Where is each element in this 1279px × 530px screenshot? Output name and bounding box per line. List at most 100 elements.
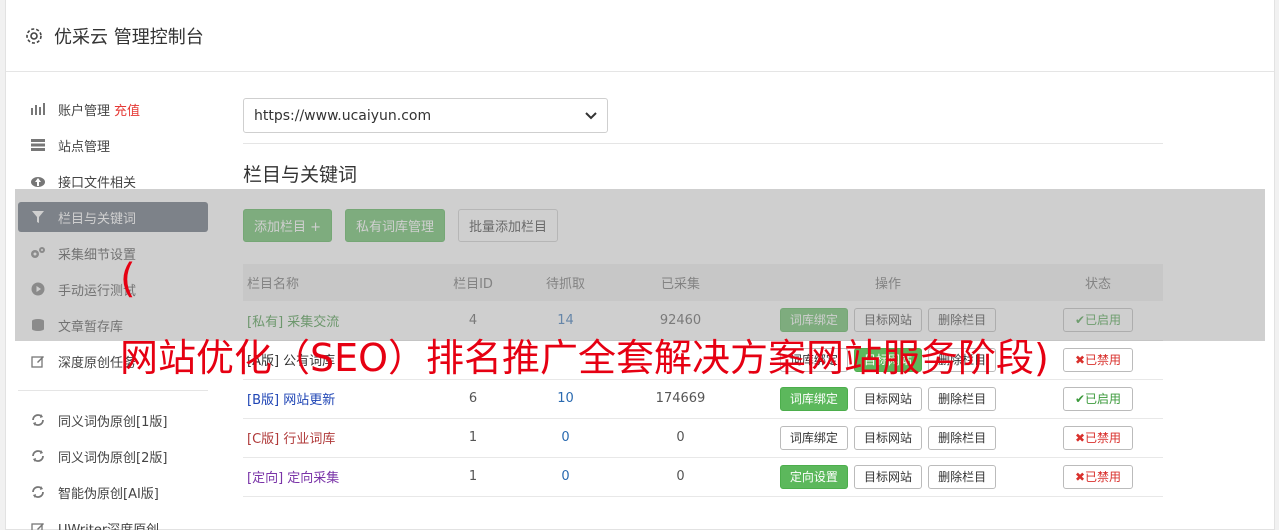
column-status: ✖已禁用: [1033, 340, 1163, 380]
sidebar-item-synonym-2[interactable]: 同义词伪原创[2版]: [18, 441, 208, 471]
divider: [243, 143, 1163, 144]
column-pending[interactable]: 0: [513, 418, 618, 458]
target-site-button[interactable]: 目标网站: [853, 464, 922, 489]
sidebar-item-label: 同义词伪原创[2版]: [58, 450, 168, 466]
sidebar-item-article-store[interactable]: 文章暂存库: [18, 310, 208, 340]
column-collected: 0: [618, 457, 743, 497]
delete-column-button[interactable]: 删除栏目: [928, 464, 997, 489]
column-actions: 词库绑定 目标网站 删除栏目: [743, 340, 1033, 380]
sidebar-item-label: 账户管理: [58, 103, 111, 119]
delete-column-button[interactable]: 删除栏目: [928, 425, 997, 450]
status-toggle[interactable]: ✖已禁用: [1062, 347, 1134, 372]
status-toggle[interactable]: ✔已启用: [1062, 386, 1134, 411]
sidebar-item-account[interactable]: 账户管理 充值: [18, 94, 208, 124]
sidebar-item-label: 接口文件相关: [58, 175, 137, 191]
gears-icon: [30, 245, 46, 261]
bind-lib-button[interactable]: 词库绑定: [779, 347, 848, 372]
bind-lib-button[interactable]: 词库绑定: [779, 386, 848, 411]
column-id: 6: [433, 379, 513, 419]
delete-column-button[interactable]: 删除栏目: [928, 386, 997, 411]
column-pending[interactable]: 10: [513, 379, 618, 419]
sidebar-item-label: 深度原创任务: [58, 355, 137, 371]
columns-table: 栏目名称 栏目ID 待抓取 已采集 操作 状态 [私有] 采集交流 4 14 9…: [243, 264, 1163, 497]
table-row: [定向] 定向采集 1 0 0 定向设置 目标网站 删除栏目 ✖已禁用: [243, 457, 1163, 497]
column-collected: 92460: [618, 301, 743, 341]
column-pending[interactable]: 0: [513, 457, 618, 497]
sidebar-item-synonym-1[interactable]: 同义词伪原创[1版]: [18, 405, 208, 435]
target-site-button[interactable]: 目标网站: [853, 347, 922, 372]
edit-icon: [30, 520, 46, 530]
column-status: ✔已启用: [1033, 301, 1163, 341]
bar-chart-icon: [30, 101, 46, 117]
column-id: 1: [433, 418, 513, 458]
column-name[interactable]: [C版] 行业词库: [243, 418, 433, 458]
column-id: [433, 340, 513, 380]
bind-lib-button[interactable]: 词库绑定: [779, 308, 848, 333]
delete-column-button[interactable]: 删除栏目: [928, 347, 997, 372]
column-name[interactable]: [私有] 采集交流: [243, 301, 433, 341]
target-site-button[interactable]: 目标网站: [853, 386, 922, 411]
sidebar-item-manual-test[interactable]: 手动运行测试: [18, 274, 208, 304]
column-actions: 词库绑定 目标网站 删除栏目: [743, 301, 1033, 341]
sidebar-item-label: 手动运行测试: [58, 283, 137, 299]
target-site-button[interactable]: 目标网站: [853, 308, 922, 333]
gear-icon: [24, 26, 44, 46]
column-name[interactable]: [B版] 网站更新: [243, 379, 433, 419]
status-toggle[interactable]: ✔已启用: [1062, 308, 1134, 333]
private-lib-button[interactable]: 私有词库管理: [345, 209, 446, 242]
sidebar-item-interface[interactable]: 接口文件相关: [18, 166, 208, 196]
sidebar-item-label: 栏目与关键词: [58, 211, 137, 227]
sidebar-item-label: 站点管理: [58, 139, 111, 155]
chevron-down-icon: [585, 108, 597, 124]
table-row: [B版] 网站更新 6 10 174669 词库绑定 目标网站 删除栏目 ✔已启…: [243, 379, 1163, 419]
play-circle-icon: [30, 281, 46, 297]
column-id: 1: [433, 457, 513, 497]
status-toggle[interactable]: ✖已禁用: [1062, 425, 1134, 450]
column-collected: 174669: [618, 379, 743, 419]
column-actions: 词库绑定 目标网站 删除栏目: [743, 418, 1033, 458]
sidebar-item-sites[interactable]: 站点管理: [18, 130, 208, 160]
toolbar: 添加栏目 + 私有词库管理 批量添加栏目: [243, 209, 1163, 242]
col-header-id: 栏目ID: [433, 264, 513, 301]
column-status: ✖已禁用: [1033, 457, 1163, 497]
sidebar-divider: [18, 390, 208, 391]
col-header-actions: 操作: [743, 264, 1033, 301]
bind-lib-button[interactable]: 词库绑定: [779, 425, 848, 450]
sidebar-item-columns[interactable]: 栏目与关键词: [18, 202, 208, 232]
recharge-link[interactable]: 充值: [114, 100, 140, 119]
column-pending[interactable]: 14: [513, 301, 618, 341]
sidebar-item-label: UWriter深度原创: [58, 522, 160, 530]
column-actions: 定向设置 目标网站 删除栏目: [743, 457, 1033, 497]
col-header-pending: 待抓取: [513, 264, 618, 301]
col-header-collected: 已采集: [618, 264, 743, 301]
filter-icon: [30, 209, 46, 225]
column-collected: [618, 340, 743, 380]
sidebar-item-uwriter[interactable]: UWriter深度原创: [18, 513, 208, 530]
add-column-button[interactable]: 添加栏目 +: [243, 209, 333, 242]
column-pending[interactable]: [513, 340, 618, 380]
column-name[interactable]: [A版] 公有词库: [243, 340, 433, 380]
col-header-name: 栏目名称: [243, 264, 433, 301]
sidebar-item-deep-original[interactable]: 深度原创任务: [18, 346, 208, 376]
sidebar-item-collect-settings[interactable]: 采集细节设置: [18, 238, 208, 268]
sidebar-item-label: 文章暂存库: [58, 319, 124, 335]
sidebar: 账户管理 充值 站点管理 接口文件相关 栏目与关键词 采集细节设置 手动运行测试…: [18, 94, 208, 530]
sidebar-item-label: 智能伪原创[AI版]: [58, 486, 159, 502]
column-status: ✔已启用: [1033, 379, 1163, 419]
status-toggle[interactable]: ✖已禁用: [1062, 464, 1134, 489]
site-select-value: https://www.ucaiyun.com: [254, 107, 432, 124]
site-select[interactable]: https://www.ucaiyun.com: [243, 98, 608, 133]
batch-add-button[interactable]: 批量添加栏目: [458, 209, 559, 242]
column-status: ✖已禁用: [1033, 418, 1163, 458]
section-title: 栏目与关键词: [243, 164, 358, 186]
delete-column-button[interactable]: 删除栏目: [928, 308, 997, 333]
directed-settings-button[interactable]: 定向设置: [779, 464, 848, 489]
sidebar-item-ai-rewrite[interactable]: 智能伪原创[AI版]: [18, 477, 208, 507]
target-site-button[interactable]: 目标网站: [853, 425, 922, 450]
sidebar-item-label: 采集细节设置: [58, 247, 137, 263]
col-header-status: 状态: [1033, 264, 1163, 301]
table-row: [私有] 采集交流 4 14 92460 词库绑定 目标网站 删除栏目 ✔已启用: [243, 301, 1163, 341]
column-name[interactable]: [定向] 定向采集: [243, 457, 433, 497]
cloud-upload-icon: [30, 173, 46, 189]
main-content: https://www.ucaiyun.com 栏目与关键词 添加栏目 + 私有…: [243, 98, 1163, 497]
